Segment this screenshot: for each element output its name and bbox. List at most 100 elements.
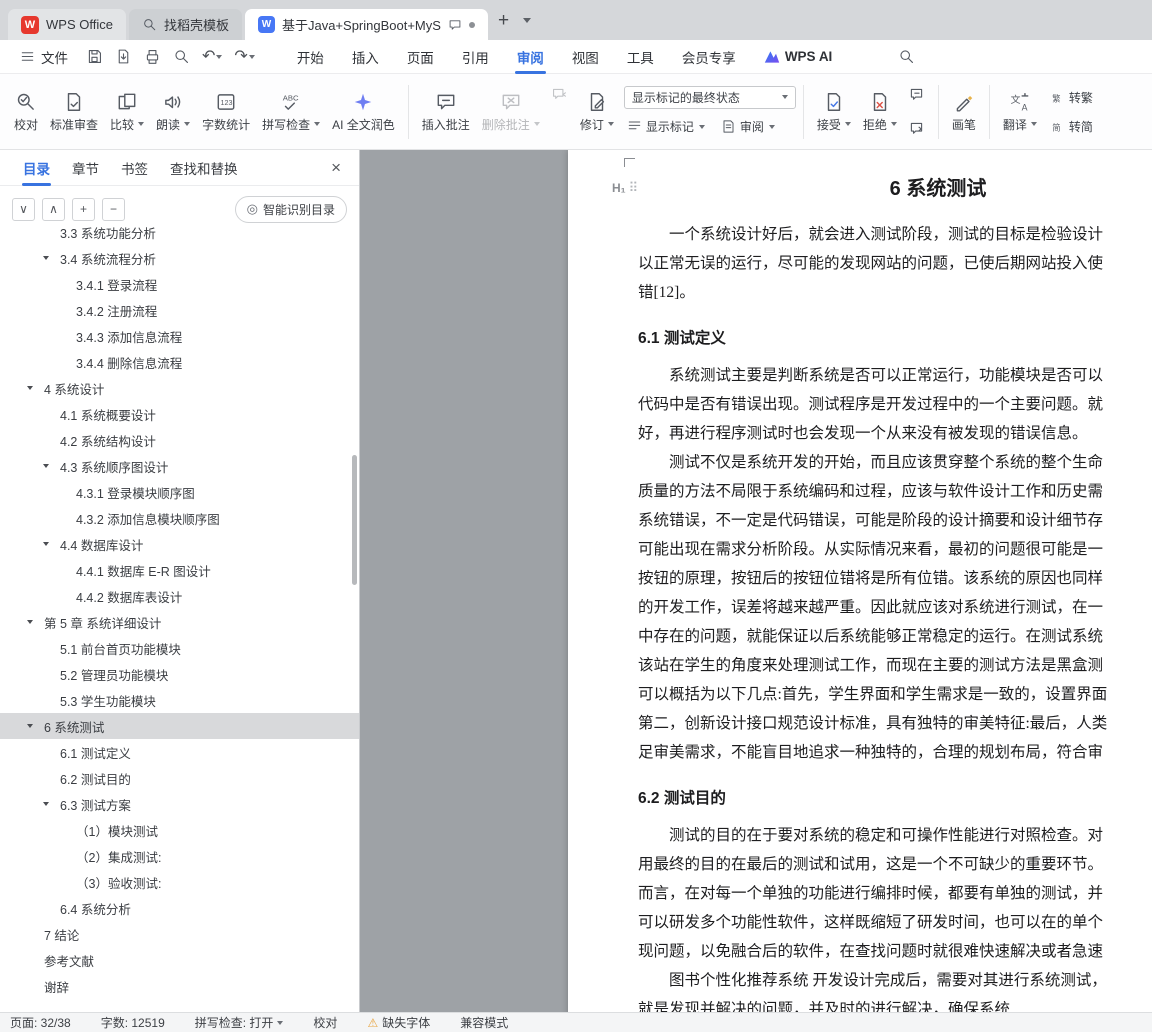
zoom-in-outline-button[interactable]: +: [72, 197, 95, 221]
menu-item[interactable]: 引用: [448, 40, 503, 74]
proofread-button[interactable]: 校对: [8, 80, 44, 144]
menu-item[interactable]: 会员专享: [668, 40, 750, 74]
outline-item[interactable]: 6.1 测试定义: [0, 739, 359, 765]
menu-item[interactable]: 开始: [283, 40, 338, 74]
doc-block: 6 系统测试: [889, 178, 987, 200]
delete-comment-icon: [502, 94, 520, 109]
show-markup-button[interactable]: 显示标记: [624, 116, 708, 138]
outline-item[interactable]: 6 系统测试: [0, 713, 359, 739]
outline-item[interactable]: 4.2 系统结构设计: [0, 427, 359, 453]
standard-review-button[interactable]: 标准审查: [44, 80, 104, 144]
outline-item[interactable]: 4 系统设计: [0, 375, 359, 401]
word-count-button[interactable]: 123 字数统计: [196, 80, 256, 144]
menu-item[interactable]: 插入: [338, 40, 393, 74]
print-icon[interactable]: [144, 48, 161, 65]
menu-item[interactable]: 视图: [558, 40, 613, 74]
outline-item[interactable]: 4.4 数据库设计: [0, 531, 359, 557]
page-indicator: 页面: 32/38: [10, 1016, 71, 1030]
outline-item[interactable]: 3.4.3 添加信息流程: [0, 323, 359, 349]
outline-item[interactable]: 6.2 测试目的: [0, 765, 359, 791]
sidebar-tab[interactable]: 章节: [63, 150, 108, 186]
markup-state-select[interactable]: 显示标记的最终状态: [623, 85, 796, 109]
ai-polish-button[interactable]: AI 全文润色: [326, 80, 401, 144]
menu-item[interactable]: 工具: [613, 40, 668, 74]
outline-item[interactable]: 第 5 章 系统详细设计: [0, 609, 359, 635]
spellcheck-dropdown-icon: [314, 122, 321, 129]
outline-item[interactable]: 参考文献: [0, 947, 359, 973]
menu-item[interactable]: 审阅: [503, 40, 558, 74]
proofread-status[interactable]: 校对: [313, 1014, 337, 1031]
zoom-out-outline-button[interactable]: −: [102, 197, 125, 221]
menu-item[interactable]: 页面: [393, 40, 448, 74]
insert-comment-button[interactable]: 插入批注: [416, 80, 476, 144]
outline-item[interactable]: 7 结论: [0, 921, 359, 947]
missing-font-warning[interactable]: ⚠ 缺失字体: [367, 1014, 430, 1031]
document-page[interactable]: H₁ ⠿ 6 系统测试 一个系统设计好后，就会进入测试阶段，测试的目标是检验设计…: [568, 150, 1152, 1012]
outline-item[interactable]: 5.3 学生功能模块: [0, 687, 359, 713]
next-change-icon[interactable]: [905, 117, 929, 141]
outline-item[interactable]: 6.3 测试方案: [0, 791, 359, 817]
translate-icon: 文A: [1011, 92, 1029, 112]
spellcheck-button[interactable]: ABC 拼写检查: [256, 80, 326, 144]
to-simplified-button[interactable]: 简 转简: [1047, 115, 1096, 137]
outline-item[interactable]: 4.4.2 数据库表设计: [0, 583, 359, 609]
new-tab-button[interactable]: +: [498, 11, 509, 30]
compare-button[interactable]: 比较: [104, 80, 150, 144]
outline-item[interactable]: 3.4.4 删除信息流程: [0, 349, 359, 375]
pen-button[interactable]: 画笔: [946, 80, 982, 144]
read-aloud-button[interactable]: 朗读: [150, 80, 196, 144]
outline-item[interactable]: 3.4.2 注册流程: [0, 297, 359, 323]
outline-item[interactable]: （3）验收测试:: [0, 869, 359, 895]
accept-button[interactable]: 接受: [811, 80, 857, 144]
outline-item[interactable]: （1）模块测试: [0, 817, 359, 843]
sidebar-tab[interactable]: 目录: [14, 150, 59, 186]
file-menu-button[interactable]: 文件: [12, 47, 76, 67]
outline-item[interactable]: 4.1 系统概要设计: [0, 401, 359, 427]
review-pane-button[interactable]: 审阅: [718, 116, 778, 138]
undo-button[interactable]: ↶: [202, 48, 223, 65]
wps-ai-menu[interactable]: WPS AI: [764, 49, 832, 64]
search-button[interactable]: [898, 48, 915, 65]
sidebar-tab[interactable]: 查找和替换: [161, 150, 247, 186]
collapse-all-button[interactable]: ∧: [42, 197, 65, 221]
print-preview-icon[interactable]: [173, 48, 190, 65]
redo-button[interactable]: ↷: [234, 48, 255, 65]
expand-all-button[interactable]: ∨: [12, 197, 35, 221]
outline-item[interactable]: 4.3.1 登录模块顺序图: [0, 479, 359, 505]
accept-icon: [827, 92, 841, 111]
tab-document-active[interactable]: W 基于Java+SpringBoot+MyS: [244, 9, 488, 40]
outline-item[interactable]: 谢辞: [0, 973, 359, 999]
export-pdf-icon[interactable]: [115, 48, 132, 65]
tab-template-search[interactable]: 找稻壳模板: [128, 9, 242, 40]
svg-text:A: A: [1022, 102, 1028, 112]
outline-item[interactable]: 4.3 系统顺序图设计: [0, 453, 359, 479]
sidebar-tab[interactable]: 书签: [112, 150, 157, 186]
undo-dropdown-icon: [216, 54, 223, 62]
doc-block: 一个系统设计好后，就会进入测试阶段，测试的目标是检验设计 以正常无误的运行，尽可…: [638, 226, 1104, 301]
translate-button[interactable]: 文A 翻译: [997, 80, 1043, 144]
spellcheck-status[interactable]: 拼写检查: 打开: [195, 1014, 284, 1031]
outline-item[interactable]: 3.4.1 登录流程: [0, 271, 359, 297]
outline-item[interactable]: 5.2 管理员功能模块: [0, 661, 359, 687]
sidebar-scrollbar[interactable]: [352, 455, 357, 585]
delete-comment-button[interactable]: 删除批注: [476, 80, 546, 144]
outline-item[interactable]: 3.4 系统流程分析: [0, 245, 359, 271]
to-traditional-icon: 繁: [1052, 93, 1060, 103]
reject-button[interactable]: 拒绝: [857, 80, 903, 144]
insert-comment-icon: [437, 94, 455, 109]
outline-item[interactable]: 5.1 前台首页功能模块: [0, 635, 359, 661]
reject-dropdown-icon: [890, 122, 897, 129]
revision-button[interactable]: 修订: [574, 80, 620, 144]
sidebar-close-icon[interactable]: ×: [327, 158, 345, 178]
tab-list-dropdown-icon[interactable]: [523, 17, 532, 27]
tab-wps-office[interactable]: W WPS Office: [8, 9, 126, 40]
outline-item[interactable]: 3.3 系统功能分析: [0, 219, 359, 245]
prev-change-icon[interactable]: [905, 83, 929, 107]
outline-item[interactable]: （2）集成测试:: [0, 843, 359, 869]
outline-item[interactable]: 6.4 系统分析: [0, 895, 359, 921]
save-icon[interactable]: [86, 48, 103, 65]
outline-item[interactable]: 4.4.1 数据库 E-R 图设计: [0, 557, 359, 583]
prev-comment-icon[interactable]: [548, 83, 572, 107]
to-traditional-button[interactable]: 繁 转繁: [1047, 86, 1096, 108]
outline-item[interactable]: 4.3.2 添加信息模块顺序图: [0, 505, 359, 531]
